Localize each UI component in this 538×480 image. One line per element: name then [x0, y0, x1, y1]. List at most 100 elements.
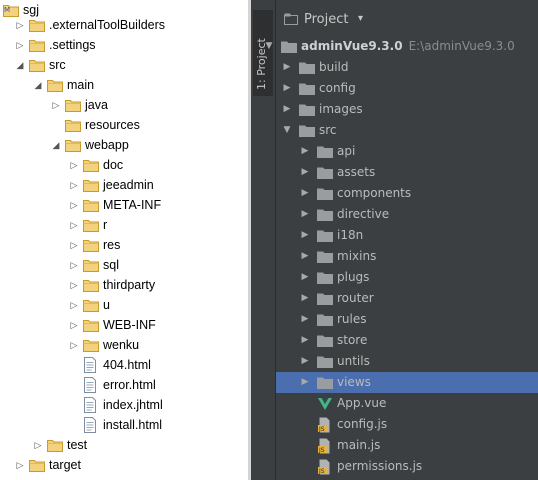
tree-item[interactable]: ◢ webapp [0, 135, 248, 155]
chevron-down-icon[interactable]: ▼ [264, 36, 274, 57]
tree-item-label: .externalToolBuilders [49, 18, 166, 32]
project-tree-item[interactable]: ▶ config [276, 78, 538, 99]
tree-item[interactable]: index.jhtml [0, 395, 248, 415]
project-tree-item[interactable]: ▶ components [276, 183, 538, 204]
folder-icon [317, 250, 333, 264]
tree-item[interactable]: ▷ thirdparty [0, 275, 248, 295]
chevron-right-icon[interactable]: ▶ [300, 309, 310, 330]
tree-item[interactable]: ◢ main [0, 75, 248, 95]
project-tree-item[interactable]: ▶ build [276, 57, 538, 78]
tree-item-label: thirdparty [103, 278, 156, 292]
folder-icon [83, 178, 99, 192]
project-tree-item[interactable]: ▶ views [276, 372, 538, 393]
chevron-right-icon[interactable]: ▶ [300, 162, 310, 183]
project-tree-item[interactable]: ▶ api [276, 141, 538, 162]
chevron-right-icon[interactable]: ▷ [69, 335, 79, 355]
project-tree-item[interactable]: ▶ plugs [276, 267, 538, 288]
project-tree-item[interactable]: JS permissions.js [276, 456, 538, 477]
project-tree-item[interactable]: JS config.js [276, 414, 538, 435]
chevron-right-icon[interactable]: ▶ [300, 183, 310, 204]
chevron-right-icon[interactable]: ▷ [69, 175, 79, 195]
tree-item[interactable]: ▷ java [0, 95, 248, 115]
chevron-down-icon[interactable]: ◢ [33, 75, 43, 95]
project-tree-item[interactable]: ▶ mixins [276, 246, 538, 267]
project-tree-item[interactable]: App.vue [276, 393, 538, 414]
tree-item[interactable]: install.html [0, 415, 248, 435]
project-tree-item[interactable]: ▶ rules [276, 309, 538, 330]
chevron-right-icon[interactable]: ▷ [69, 315, 79, 335]
chevron-right-icon[interactable]: ▷ [69, 255, 79, 275]
item-name: config.js [337, 417, 388, 431]
chevron-right-icon[interactable]: ▶ [300, 267, 310, 288]
project-tree-item[interactable]: JS main.js [276, 435, 538, 456]
tree-item[interactable]: ▷ u [0, 295, 248, 315]
tree-item[interactable]: ▷ jeeadmin [0, 175, 248, 195]
chevron-right-icon[interactable]: ▷ [69, 275, 79, 295]
chevron-right-icon[interactable]: ▷ [51, 95, 61, 115]
project-view-title[interactable]: Project [304, 12, 348, 27]
chevron-right-icon[interactable]: ▶ [300, 225, 310, 246]
project-tree-item[interactable]: ▶ untils [276, 351, 538, 372]
chevron-right-icon[interactable]: ▶ [282, 99, 292, 120]
tree-item-label: webapp [85, 138, 129, 152]
tree-item[interactable]: ▷ .settings [0, 35, 248, 55]
chevron-right-icon[interactable]: ▷ [15, 455, 25, 475]
project-tree-item-label: plugs [337, 267, 369, 288]
svg-text:JS: JS [318, 468, 325, 475]
project-tree-item[interactable]: ▶ images [276, 99, 538, 120]
chevron-right-icon[interactable]: ▷ [69, 195, 79, 215]
chevron-right-icon[interactable]: ▶ [300, 330, 310, 351]
tree-item[interactable]: ▷ target [0, 455, 248, 475]
chevron-right-icon[interactable]: ▷ [33, 435, 43, 455]
tree-item[interactable]: ▷ res [0, 235, 248, 255]
project-tree-item[interactable]: ▶ router [276, 288, 538, 309]
item-name: main.js [337, 438, 381, 452]
tree-item[interactable]: ▷ META-INF [0, 195, 248, 215]
project-tree-item[interactable]: ▶ directive [276, 204, 538, 225]
chevron-down-icon[interactable]: ◢ [15, 55, 25, 75]
tree-item[interactable]: ▷ sql [0, 255, 248, 275]
chevron-right-icon[interactable]: ▶ [282, 57, 292, 78]
project-tree-item-label: config [319, 78, 356, 99]
chevron-right-icon[interactable]: ▶ [300, 351, 310, 372]
tree-item[interactable]: ▷ WEB-INF [0, 315, 248, 335]
chevron-right-icon[interactable]: ▶ [300, 141, 310, 162]
folder-icon [65, 118, 81, 132]
tree-item[interactable]: ▷ r [0, 215, 248, 235]
chevron-right-icon[interactable]: ▶ [300, 204, 310, 225]
chevron-down-icon[interactable]: ▼ [282, 120, 292, 141]
project-tree-item[interactable]: ▶ assets [276, 162, 538, 183]
html-file-icon [83, 357, 99, 373]
vue-file-icon [317, 397, 333, 411]
project-tree-item[interactable]: ▼ src [276, 120, 538, 141]
tree-item[interactable]: ▷ doc [0, 155, 248, 175]
chevron-right-icon[interactable]: ▷ [69, 215, 79, 235]
chevron-right-icon[interactable]: ▷ [15, 15, 25, 35]
chevron-down-icon[interactable]: ▾ [358, 13, 363, 24]
chevron-right-icon[interactable]: ▷ [15, 35, 25, 55]
chevron-right-icon[interactable]: ▶ [300, 288, 310, 309]
item-name: App.vue [337, 396, 387, 410]
folder-icon [65, 98, 81, 112]
tree-item-label: u [103, 298, 110, 312]
project-tree-item[interactable]: ▶ store [276, 330, 538, 351]
project-tree-item[interactable]: ▼ adminVue9.3.0 E:\adminVue9.3.0 [266, 36, 538, 57]
chevron-right-icon[interactable]: ▶ [282, 78, 292, 99]
tree-item[interactable]: error.html [0, 375, 248, 395]
svg-text:M: M [4, 6, 10, 14]
chevron-down-icon[interactable]: ◢ [51, 135, 61, 155]
chevron-right-icon[interactable]: ▷ [69, 295, 79, 315]
chevron-right-icon[interactable]: ▶ [300, 372, 310, 393]
tree-item[interactable]: resources [0, 115, 248, 135]
tree-item[interactable]: 404.html [0, 355, 248, 375]
folder-icon [83, 258, 99, 272]
chevron-right-icon[interactable]: ▷ [69, 235, 79, 255]
tree-item[interactable]: ▷ test [0, 435, 248, 455]
chevron-right-icon[interactable]: ▶ [300, 246, 310, 267]
tree-item[interactable]: ▷ .externalToolBuilders [0, 15, 248, 35]
project-tree-item[interactable]: ▶ i18n [276, 225, 538, 246]
chevron-right-icon[interactable]: ▷ [69, 155, 79, 175]
tree-item[interactable]: ◢ src [0, 55, 248, 75]
tree-item[interactable]: ▷ wenku [0, 335, 248, 355]
folder-icon [299, 61, 315, 75]
